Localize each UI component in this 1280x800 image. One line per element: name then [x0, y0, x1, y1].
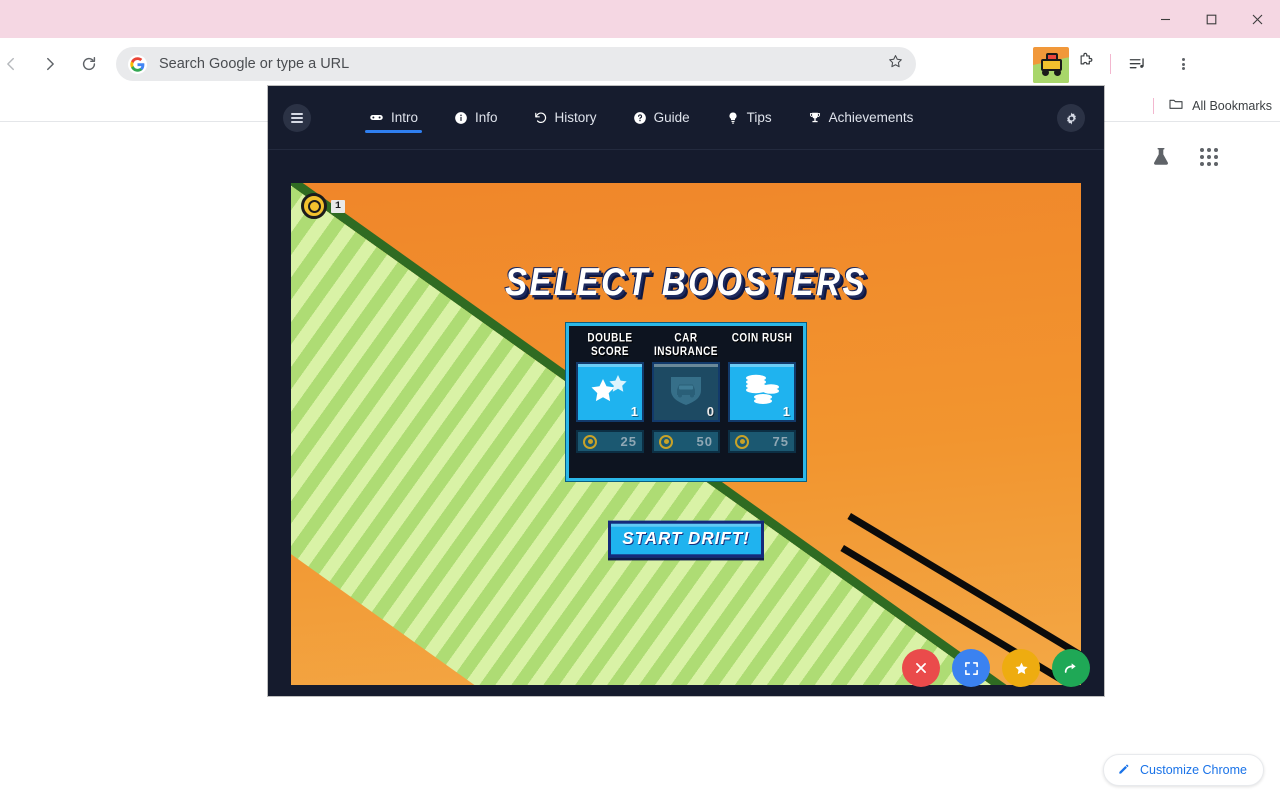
booster-count: 1 — [782, 404, 790, 419]
bookmark-star-icon[interactable] — [887, 53, 904, 75]
booster-car-insurance[interactable]: CAR INSURANCE 0 50 — [652, 332, 720, 453]
site-navigation-bar: Intro Info History Guide Tips Achievemen… — [268, 86, 1104, 150]
booster-name: COIN RUSH — [731, 332, 793, 345]
tab-guide-label: Guide — [653, 110, 690, 125]
browser-toolbar: Search Google or type a URL — [0, 38, 1280, 90]
favorite-button[interactable] — [1002, 649, 1040, 687]
hamburger-menu-icon[interactable] — [283, 103, 311, 132]
tab-info[interactable]: Info — [436, 87, 516, 149]
double-star-icon — [588, 373, 632, 412]
start-drift-button[interactable]: START DRIFT! — [608, 520, 764, 558]
reload-button[interactable] — [72, 47, 106, 81]
flask-labs-icon[interactable] — [1150, 146, 1172, 168]
tab-history[interactable]: History — [516, 87, 615, 149]
toolbar-divider — [1110, 54, 1111, 74]
gamepad-icon — [369, 110, 384, 125]
booster-tile[interactable]: 1 — [576, 362, 644, 422]
booster-tile[interactable]: 0 — [652, 362, 720, 422]
google-g-logo — [128, 54, 147, 74]
forward-button[interactable] — [33, 47, 67, 81]
price-value: 25 — [620, 434, 637, 449]
price-coin-icon — [583, 434, 597, 449]
coin-count: 1 — [331, 199, 346, 213]
share-arrow-icon — [1064, 663, 1076, 673]
close-button[interactable] — [902, 649, 940, 687]
booster-coin-rush[interactable]: COIN RUSH 1 75 — [728, 332, 796, 453]
lightbulb-icon — [726, 111, 740, 125]
booster-count: 1 — [630, 404, 638, 419]
boosters-panel: DOUBLE SCORE 1 25 CAR INSURANCE 0 50 COI… — [566, 323, 806, 481]
booster-price: 50 — [652, 430, 720, 453]
coin-icon — [301, 193, 327, 219]
booster-tile[interactable]: 1 — [728, 362, 796, 422]
car-shield-icon — [666, 373, 706, 412]
price-coin-icon — [735, 434, 749, 449]
booster-price: 25 — [576, 430, 644, 453]
gear-icon[interactable] — [1057, 104, 1085, 132]
booster-double-score[interactable]: DOUBLE SCORE 1 25 — [576, 332, 644, 453]
coin-stack-icon — [741, 373, 783, 412]
price-value: 50 — [696, 434, 713, 449]
all-bookmarks-label: All Bookmarks — [1192, 98, 1272, 113]
trophy-icon — [808, 111, 822, 125]
kebab-menu-icon[interactable] — [1166, 57, 1200, 72]
toolbar-right-group — [924, 47, 1099, 83]
fullscreen-icon — [964, 661, 978, 675]
window-maximize-button[interactable] — [1188, 0, 1234, 38]
booster-name: CAR INSURANCE — [654, 332, 718, 359]
share-button[interactable] — [1052, 649, 1090, 687]
customize-chrome-button[interactable]: Customize Chrome — [1103, 754, 1264, 786]
site-tabs: Intro Info History Guide Tips Achievemen… — [351, 87, 931, 149]
customize-chrome-label: Customize Chrome — [1140, 763, 1247, 777]
back-button[interactable] — [0, 47, 28, 81]
game-title: SELECT BOOSTERS — [504, 259, 868, 304]
tab-achievements-label: Achievements — [828, 110, 914, 125]
booster-price: 75 — [728, 430, 796, 453]
info-circle-icon — [454, 111, 468, 125]
star-icon — [1014, 662, 1028, 674]
folder-icon — [1168, 96, 1184, 115]
price-value: 75 — [772, 434, 789, 449]
apps-grid-icon[interactable] — [1200, 148, 1218, 166]
game-action-buttons — [902, 649, 1090, 687]
game-canvas[interactable]: 1 SELECT BOOSTERS DOUBLE SCORE 1 25 CAR … — [291, 183, 1081, 685]
extensions-puzzle-icon[interactable] — [1076, 52, 1095, 76]
question-circle-icon — [633, 111, 647, 125]
tab-tips[interactable]: Tips — [708, 87, 790, 149]
address-bar-text: Search Google or type a URL — [159, 56, 350, 72]
media-list-icon[interactable] — [1122, 49, 1152, 79]
browser-title-bar — [0, 0, 1280, 38]
all-bookmarks-button[interactable]: All Bookmarks — [1168, 96, 1272, 115]
tab-achievements[interactable]: Achievements — [790, 87, 932, 149]
new-tab-page-icons — [1150, 146, 1218, 168]
window-minimize-button[interactable] — [1142, 0, 1188, 38]
price-coin-icon — [659, 434, 673, 449]
fullscreen-button[interactable] — [952, 649, 990, 687]
bookmarks-divider — [1153, 97, 1155, 114]
window-close-button[interactable] — [1234, 0, 1280, 38]
tab-guide[interactable]: Guide — [615, 87, 708, 149]
pencil-icon — [1117, 762, 1131, 779]
tab-tips-label: Tips — [746, 110, 772, 125]
tab-intro-label: Intro — [391, 110, 419, 125]
site-thumbnail[interactable] — [1033, 47, 1069, 83]
booster-name: DOUBLE SCORE — [587, 332, 633, 359]
address-bar[interactable]: Search Google or type a URL — [116, 47, 916, 81]
history-undo-icon — [534, 111, 548, 125]
game-site-panel: Intro Info History Guide Tips Achievemen… — [268, 86, 1104, 696]
tab-history-label: History — [554, 110, 597, 125]
booster-count: 0 — [706, 404, 714, 419]
tab-intro[interactable]: Intro — [351, 87, 436, 149]
tab-info-label: Info — [475, 110, 498, 125]
coin-hud: 1 — [301, 193, 346, 219]
close-x-icon — [916, 663, 926, 673]
